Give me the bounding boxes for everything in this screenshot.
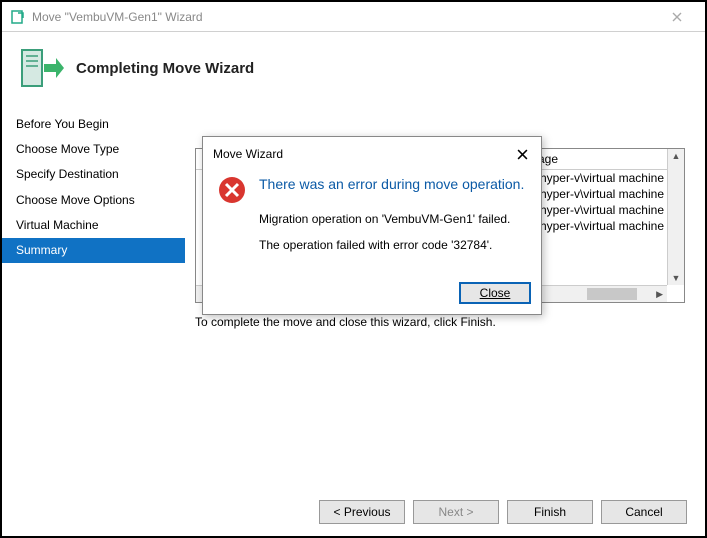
dialog-close-button[interactable]: Close [459,282,531,304]
vertical-scrollbar[interactable]: ▲ ▼ [667,149,684,285]
titlebar: Move "VembuVM-Gen1" Wizard [2,2,705,32]
dialog-close-icon[interactable] [511,143,533,165]
previous-button[interactable]: < Previous [319,500,405,524]
sidebar-item-specify-destination[interactable]: Specify Destination [2,162,185,187]
scroll-down-icon[interactable]: ▼ [670,271,683,285]
wizard-footer: < Previous Next > Finish Cancel [319,500,687,524]
wizard-steps-sidebar: Before You Begin Choose Move Type Specif… [2,108,185,460]
sidebar-item-choose-move-type[interactable]: Choose Move Type [2,137,185,162]
cancel-button[interactable]: Cancel [601,500,687,524]
dialog-body: There was an error during move operation… [203,169,541,276]
scroll-right-icon[interactable]: ▶ [654,287,665,302]
dialog-detail-1: Migration operation on 'VembuVM-Gen1' fa… [259,212,527,226]
dialog-message: There was an error during move operation… [259,175,527,264]
dialog-heading: There was an error during move operation… [259,175,527,194]
dialog-title-text: Move Wizard [213,147,283,161]
scroll-thumb[interactable] [587,288,637,300]
dialog-footer: Close [203,276,541,314]
server-move-icon [18,44,66,92]
window-close-button[interactable] [657,3,697,31]
page-title: Completing Move Wizard [76,60,254,77]
wizard-header: Completing Move Wizard [2,32,705,108]
next-button: Next > [413,500,499,524]
dialog-titlebar: Move Wizard [203,137,541,169]
sidebar-item-choose-move-options[interactable]: Choose Move Options [2,188,185,213]
error-icon [217,175,247,205]
app-icon [10,9,26,25]
wizard-window: Move "VembuVM-Gen1" Wizard Completing Mo… [0,0,707,538]
sidebar-item-summary[interactable]: Summary [2,238,185,263]
sidebar-item-virtual-machine[interactable]: Virtual Machine [2,213,185,238]
dialog-detail-2: The operation failed with error code '32… [259,238,527,252]
scroll-up-icon[interactable]: ▲ [670,149,683,163]
completion-hint: To complete the move and close this wiza… [195,315,685,329]
finish-button[interactable]: Finish [507,500,593,524]
sidebar-item-before-you-begin[interactable]: Before You Begin [2,112,185,137]
error-dialog: Move Wizard There was an error during mo… [202,136,542,315]
window-title: Move "VembuVM-Gen1" Wizard [32,10,657,24]
